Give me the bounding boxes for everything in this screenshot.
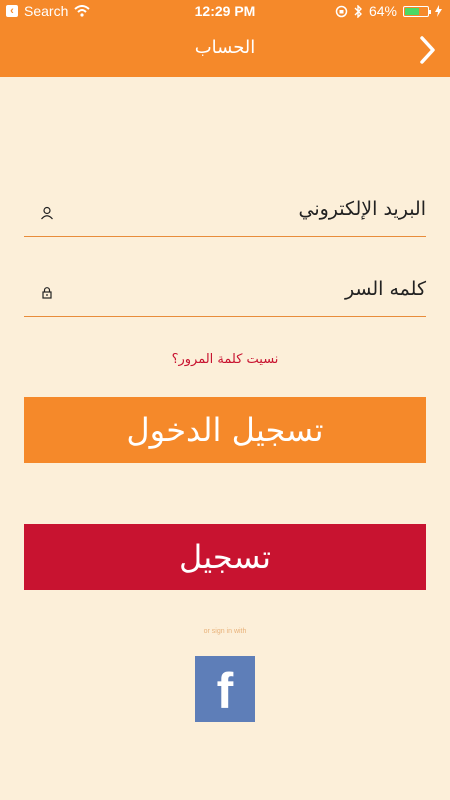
battery-fill bbox=[405, 7, 419, 15]
charging-icon bbox=[435, 5, 442, 17]
register-button[interactable]: تسجيل bbox=[24, 524, 426, 590]
status-right: 64% bbox=[335, 3, 442, 19]
chevron-right-icon[interactable] bbox=[414, 34, 440, 66]
page-title: الحساب bbox=[194, 37, 256, 58]
status-bar: ‹ Search 12:29 PM 64% bbox=[0, 0, 450, 24]
battery-percent: 64% bbox=[368, 3, 397, 19]
lock-icon bbox=[42, 287, 52, 299]
email-field[interactable]: البريد الإلكتروني bbox=[24, 196, 426, 237]
forgot-password-link[interactable]: نسيت كلمة المرور؟ bbox=[0, 352, 450, 367]
user-icon bbox=[41, 206, 53, 220]
battery-icon bbox=[403, 5, 431, 17]
bluetooth-icon bbox=[354, 4, 362, 18]
email-label: البريد الإلكتروني bbox=[298, 198, 427, 220]
facebook-login-button[interactable]: f bbox=[195, 656, 255, 722]
login-button[interactable]: تسجيل الدخول bbox=[24, 397, 426, 463]
nav-bar: الحساب bbox=[0, 24, 450, 77]
orientation-lock-icon bbox=[335, 5, 348, 17]
facebook-icon: f bbox=[216, 663, 234, 719]
or-sign-in-with-label: or sign in with bbox=[203, 628, 247, 635]
password-field[interactable]: كلمه السر bbox=[24, 276, 426, 317]
password-label: كلمه السر bbox=[344, 278, 426, 300]
